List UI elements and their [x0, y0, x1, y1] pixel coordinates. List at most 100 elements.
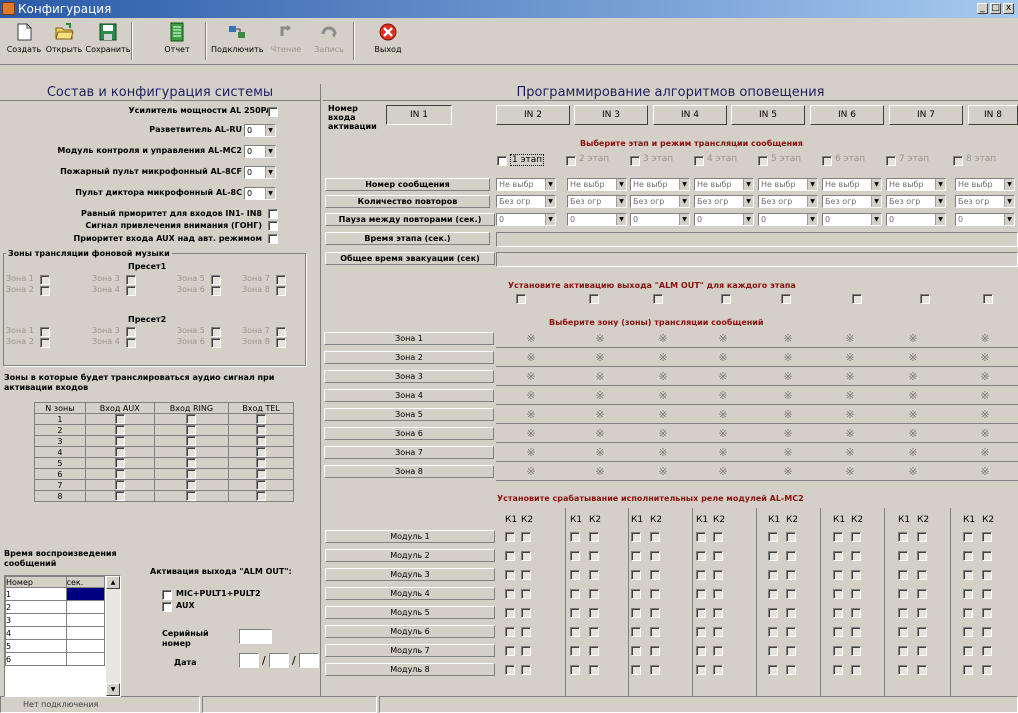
zone-input-checkbox[interactable]: [256, 414, 267, 424]
relay-k1-checkbox[interactable]: [570, 570, 580, 580]
relay-k2-checkbox[interactable]: [982, 665, 992, 675]
relay-k1-checkbox[interactable]: [833, 589, 843, 599]
relay-k2-checkbox[interactable]: [851, 665, 861, 675]
relay-k2-checkbox[interactable]: [589, 627, 599, 637]
zone-checkbox[interactable]: ※: [781, 352, 795, 364]
zone-input-checkbox[interactable]: [256, 436, 267, 446]
relay-k1-checkbox[interactable]: [768, 570, 778, 580]
preset-zone-checkbox[interactable]: [211, 275, 221, 285]
zone-input-checkbox[interactable]: [186, 491, 197, 501]
relay-k1-checkbox[interactable]: [768, 608, 778, 618]
date-month-input[interactable]: [269, 653, 289, 668]
zone-checkbox[interactable]: ※: [716, 466, 730, 478]
zone-checkbox[interactable]: ※: [656, 428, 670, 440]
relay-k1-checkbox[interactable]: [898, 665, 908, 675]
relay-k2-checkbox[interactable]: [589, 570, 599, 580]
relay-k1-checkbox[interactable]: [833, 627, 843, 637]
relay-k1-checkbox[interactable]: [505, 646, 515, 656]
date-year-input[interactable]: [299, 653, 319, 668]
relay-k2-checkbox[interactable]: [521, 532, 531, 542]
message-number-select[interactable]: Не выбр ▼: [567, 178, 627, 191]
zone-input-checkbox[interactable]: [256, 491, 267, 501]
relay-k2-checkbox[interactable]: [851, 570, 861, 580]
relay-k2-checkbox[interactable]: [713, 589, 723, 599]
relay-k1-checkbox[interactable]: [505, 627, 515, 637]
zone-checkbox[interactable]: ※: [978, 466, 992, 478]
splitter-count-select[interactable]: 0 ▼: [244, 124, 276, 137]
open-button[interactable]: Открыть: [40, 20, 88, 64]
zone-input-checkbox[interactable]: [114, 491, 125, 501]
relay-k2-checkbox[interactable]: [521, 589, 531, 599]
message-number-select[interactable]: Не выбр ▼: [496, 178, 556, 191]
zone-checkbox[interactable]: ※: [906, 333, 920, 345]
zone-checkbox[interactable]: ※: [656, 447, 670, 459]
aux-checkbox[interactable]: [162, 602, 172, 612]
zone-checkbox[interactable]: ※: [843, 428, 857, 440]
zone-checkbox[interactable]: ※: [716, 352, 730, 364]
preset-zone-checkbox[interactable]: [126, 286, 136, 296]
alm-out-stage-checkbox[interactable]: [983, 294, 993, 304]
relay-k2-checkbox[interactable]: [650, 589, 660, 599]
relay-k1-checkbox[interactable]: [768, 589, 778, 599]
relay-k2-checkbox[interactable]: [650, 570, 660, 580]
preset-zone-checkbox[interactable]: [276, 275, 286, 285]
relay-k2-checkbox[interactable]: [917, 570, 927, 580]
relay-k2-checkbox[interactable]: [650, 551, 660, 561]
relay-k2-checkbox[interactable]: [589, 646, 599, 656]
message-number-select[interactable]: Не выбр ▼: [630, 178, 690, 191]
zone-checkbox[interactable]: ※: [781, 466, 795, 478]
equal-priority-checkbox[interactable]: [268, 209, 278, 219]
preset-zone-checkbox[interactable]: [126, 327, 136, 337]
preset-zone-checkbox[interactable]: [276, 286, 286, 296]
relay-k1-checkbox[interactable]: [505, 532, 515, 542]
relay-k2-checkbox[interactable]: [713, 551, 723, 561]
relay-k1-checkbox[interactable]: [898, 589, 908, 599]
zone-input-checkbox[interactable]: [114, 425, 125, 435]
dictor-pult-count-select[interactable]: 0 ▼: [244, 187, 276, 200]
input-tab-1[interactable]: IN 1: [386, 105, 452, 125]
alm-out-stage-checkbox[interactable]: [516, 294, 526, 304]
relay-k1-checkbox[interactable]: [833, 665, 843, 675]
relay-k2-checkbox[interactable]: [917, 627, 927, 637]
zone-checkbox[interactable]: ※: [978, 371, 992, 383]
scroll-down-icon[interactable]: ▼: [106, 683, 120, 696]
relay-k1-checkbox[interactable]: [631, 627, 641, 637]
repeat-count-select[interactable]: Без огр ▼: [822, 195, 882, 208]
zone-checkbox[interactable]: ※: [843, 390, 857, 402]
relay-k2-checkbox[interactable]: [851, 532, 861, 542]
zone-checkbox[interactable]: ※: [843, 447, 857, 459]
relay-k1-checkbox[interactable]: [631, 551, 641, 561]
relay-k1-checkbox[interactable]: [898, 627, 908, 637]
relay-k2-checkbox[interactable]: [589, 532, 599, 542]
mic-pult-checkbox[interactable]: [162, 590, 172, 600]
zone-checkbox[interactable]: ※: [906, 352, 920, 364]
save-button[interactable]: Сохранить: [84, 20, 132, 64]
zone-input-checkbox[interactable]: [114, 447, 125, 457]
pause-select[interactable]: 0 ▼: [694, 213, 754, 226]
zone-checkbox[interactable]: ※: [978, 409, 992, 421]
alm-out-stage-checkbox[interactable]: [589, 294, 599, 304]
relay-k1-checkbox[interactable]: [696, 551, 706, 561]
relay-k1-checkbox[interactable]: [570, 627, 580, 637]
relay-k1-checkbox[interactable]: [833, 608, 843, 618]
zone-checkbox[interactable]: ※: [781, 409, 795, 421]
relay-k1-checkbox[interactable]: [505, 589, 515, 599]
relay-k1-checkbox[interactable]: [963, 646, 973, 656]
repeat-count-select[interactable]: Без огр ▼: [694, 195, 754, 208]
zone-input-checkbox[interactable]: [256, 469, 267, 479]
zone-checkbox[interactable]: ※: [524, 447, 538, 459]
input-tab-3[interactable]: IN 3: [574, 105, 648, 125]
relay-k2-checkbox[interactable]: [589, 589, 599, 599]
zone-checkbox[interactable]: ※: [906, 371, 920, 383]
zone-checkbox[interactable]: ※: [716, 333, 730, 345]
relay-k1-checkbox[interactable]: [570, 532, 580, 542]
stage-checkbox[interactable]: [497, 156, 507, 166]
zone-checkbox[interactable]: ※: [978, 428, 992, 440]
relay-k2-checkbox[interactable]: [786, 532, 796, 542]
zone-checkbox[interactable]: ※: [716, 390, 730, 402]
relay-k2-checkbox[interactable]: [917, 532, 927, 542]
zone-input-checkbox[interactable]: [114, 436, 125, 446]
relay-k2-checkbox[interactable]: [713, 627, 723, 637]
relay-k2-checkbox[interactable]: [917, 551, 927, 561]
input-tab-7[interactable]: IN 7: [889, 105, 963, 125]
